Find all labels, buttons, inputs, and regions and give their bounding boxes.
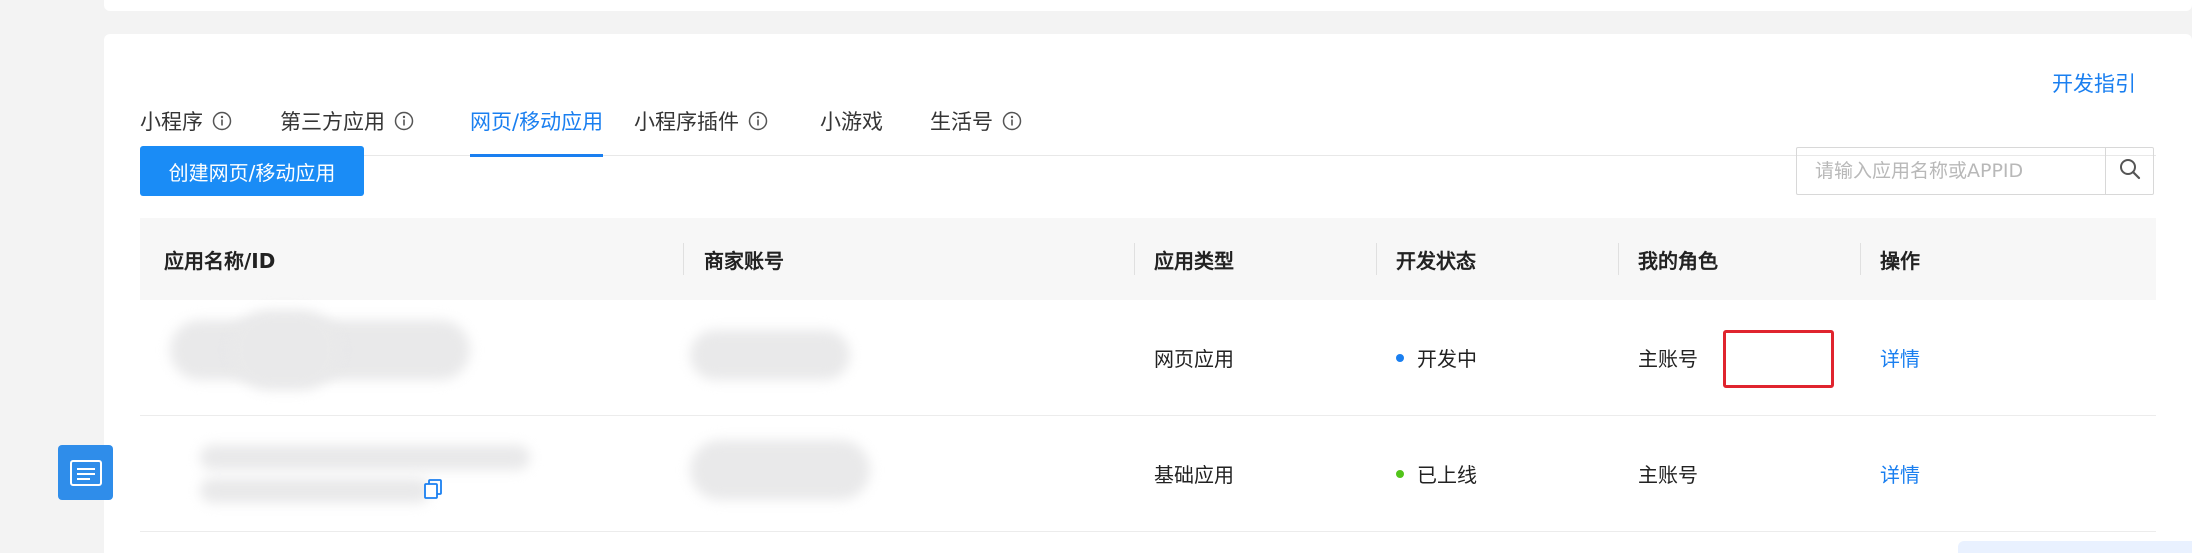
info-icon [211, 110, 233, 132]
info-icon [393, 110, 415, 132]
col-header-name: 应用名称/ID [164, 248, 276, 273]
info-icon [747, 110, 769, 132]
column-divider [1134, 243, 1135, 275]
status-cell: 开发中 [1396, 300, 1477, 415]
redacted-app-id [200, 478, 430, 503]
dev-guide-link[interactable]: 开发指引 [2052, 68, 2136, 98]
status-text: 已上线 [1417, 463, 1477, 487]
redacted-merchant [690, 440, 870, 500]
tab-label: 网页/移动应用 [470, 110, 604, 134]
table-header: 应用名称/ID 商家账号 应用类型 开发状态 我的角色 操作 [140, 218, 2156, 300]
search-box [1796, 147, 2154, 195]
info-icon [1001, 110, 1023, 132]
status-cell: 已上线 [1396, 416, 1477, 531]
col-header-role: 我的角色 [1638, 248, 1718, 273]
tab-label: 生活号 [930, 110, 993, 134]
role-cell: 主账号 [1638, 347, 1698, 371]
tab-bar: 小程序 第三方应用 网页/移动应用 小程序插件 小游戏 生活号 [140, 72, 2156, 157]
search-icon [2119, 158, 2141, 184]
redacted-app-name [200, 445, 530, 470]
create-app-button[interactable]: 创建网页/移动应用 [140, 146, 364, 196]
status-text: 开发中 [1417, 347, 1477, 371]
search-input[interactable] [1797, 148, 2105, 194]
status-dot [1396, 353, 1404, 362]
app-type-cell: 基础应用 [1154, 463, 1234, 487]
role-cell: 主账号 [1638, 463, 1698, 487]
detail-link[interactable]: 详情 [1880, 300, 1920, 415]
tab-miniprogram[interactable]: 小程序 [140, 106, 233, 136]
top-card [104, 0, 2192, 11]
column-divider [1618, 243, 1619, 275]
redacted-app-name [230, 310, 340, 390]
app-file-icon [58, 445, 113, 500]
status-dot [1396, 469, 1404, 478]
tab-third-party[interactable]: 第三方应用 [280, 106, 415, 136]
tab-label: 第三方应用 [280, 110, 385, 134]
table-row: 基础应用 已上线 主账号 详情 [140, 416, 2156, 532]
tab-label: 小程序插件 [634, 110, 739, 134]
column-divider [683, 243, 684, 275]
column-divider [1376, 243, 1377, 275]
copy-icon[interactable] [424, 479, 442, 503]
search-button[interactable] [2105, 148, 2153, 194]
tab-life-account[interactable]: 生活号 [930, 106, 1023, 136]
floating-panel-edge [1958, 541, 2192, 553]
tab-label: 小程序 [140, 110, 203, 134]
detail-link[interactable]: 详情 [1880, 416, 1920, 531]
column-divider [1860, 243, 1861, 275]
app-type-cell: 网页应用 [1154, 347, 1234, 371]
col-header-status: 开发状态 [1396, 248, 1476, 273]
col-header-type: 应用类型 [1154, 248, 1234, 273]
tab-web-mobile[interactable]: 网页/移动应用 [470, 106, 604, 157]
tab-label: 小游戏 [820, 110, 883, 134]
col-header-merchant: 商家账号 [704, 248, 784, 273]
col-header-action: 操作 [1880, 248, 1920, 273]
redacted-merchant [690, 330, 850, 380]
tab-plugin[interactable]: 小程序插件 [634, 106, 769, 136]
main-card: 小程序 第三方应用 网页/移动应用 小程序插件 小游戏 生活号 开发指引 创建网… [104, 34, 2192, 553]
tab-minigame[interactable]: 小游戏 [820, 106, 883, 136]
